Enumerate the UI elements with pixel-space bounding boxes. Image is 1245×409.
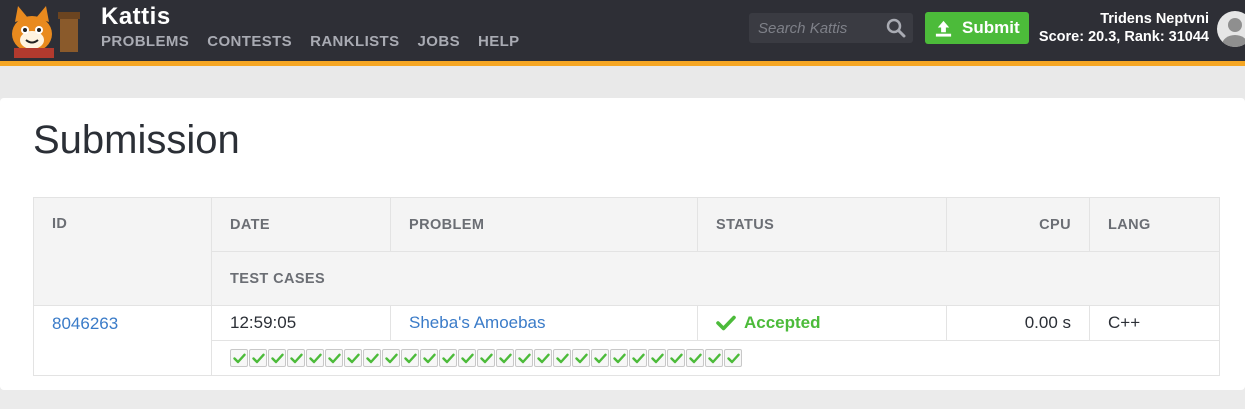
main-nav: PROBLEMS CONTESTS RANKLISTS JOBS HELP [101,33,520,50]
col-id: ID [33,197,212,306]
search-input[interactable] [749,13,888,43]
test-case-pass-icon[interactable] [667,349,685,367]
test-case-pass-icon[interactable] [705,349,723,367]
table-subheader-row: TEST CASES [34,251,1220,306]
lang-cell: C++ [1089,305,1220,341]
test-case-pass-icon[interactable] [306,349,324,367]
test-case-pass-icon[interactable] [382,349,400,367]
nav-contests[interactable]: CONTESTS [207,33,292,50]
problem-link[interactable]: Sheba's Amoebas [409,313,546,332]
nav-ranklists[interactable]: RANKLISTS [310,33,399,50]
test-case-pass-icon[interactable] [534,349,552,367]
test-cases-cell [211,340,1220,376]
test-case-pass-icon[interactable] [553,349,571,367]
test-case-pass-icon[interactable] [401,349,419,367]
problem-cell: Sheba's Amoebas [390,305,698,341]
nav-help[interactable]: HELP [478,33,520,50]
test-case-list [230,349,1201,367]
test-case-pass-icon[interactable] [458,349,476,367]
test-case-pass-icon[interactable] [496,349,514,367]
col-test-cases: TEST CASES [211,251,1220,306]
col-cpu: CPU [946,197,1090,252]
test-case-pass-icon[interactable] [686,349,704,367]
test-case-pass-icon[interactable] [325,349,343,367]
test-cases-row [34,340,1220,376]
date-cell: 12:59:05 [211,305,391,341]
table-header-row: ID DATE PROBLEM STATUS CPU LANG [33,197,1220,306]
test-case-pass-icon[interactable] [724,349,742,367]
nav-problems[interactable]: PROBLEMS [101,33,189,50]
test-case-pass-icon[interactable] [439,349,457,367]
test-case-pass-icon[interactable] [591,349,609,367]
test-case-pass-icon[interactable] [344,349,362,367]
test-case-pass-icon[interactable] [268,349,286,367]
background-band [0,66,1245,98]
status-cell: Accepted [697,305,947,341]
test-case-pass-icon[interactable] [420,349,438,367]
user-silhouette-icon [1222,18,1245,47]
submission-id-cell: 8046263 [33,305,212,376]
test-case-pass-icon[interactable] [230,349,248,367]
user-info[interactable]: Tridens Neptvni Score: 20.3, Rank: 31044 [1039,10,1209,46]
submit-button[interactable]: Submit [925,12,1029,44]
table-row: 8046263 12:59:05 Sheba's Amoebas Accepte… [33,305,1220,376]
submission-card: Submission ID DATE PROBLEM STATUS CPU LA… [0,98,1245,390]
status-text: Accepted [744,313,821,332]
user-stats: Score: 20.3, Rank: 31044 [1038,29,1209,45]
submit-label: Submit [962,18,1020,37]
col-lang: LANG [1089,197,1220,252]
test-case-pass-icon[interactable] [249,349,267,367]
avatar[interactable] [1217,11,1245,47]
submission-table: ID DATE PROBLEM STATUS CPU LANG TEST CAS… [33,197,1220,376]
test-case-pass-icon[interactable] [287,349,305,367]
kattis-cat-logo-icon[interactable] [6,4,84,58]
test-case-pass-icon[interactable] [610,349,628,367]
col-status: STATUS [697,197,947,252]
test-case-pass-icon[interactable] [629,349,647,367]
test-case-pass-icon[interactable] [572,349,590,367]
test-case-pass-icon[interactable] [363,349,381,367]
test-case-pass-icon[interactable] [648,349,666,367]
top-navbar: Kattis PROBLEMS CONTESTS RANKLISTS JOBS … [0,0,1245,66]
nav-jobs[interactable]: JOBS [418,33,460,50]
test-case-pass-icon[interactable] [515,349,533,367]
brand-name[interactable]: Kattis [101,3,171,31]
status-badge: Accepted [716,313,928,333]
submission-id-link[interactable]: 8046263 [52,314,118,333]
col-date: DATE [211,197,391,252]
test-case-pass-icon[interactable] [477,349,495,367]
cpu-cell: 0.00 s [946,305,1090,341]
col-problem: PROBLEM [390,197,698,252]
page-title: Submission [33,118,240,162]
search-box [749,13,913,43]
checkmark-icon [716,315,736,331]
user-name: Tridens Neptvni [1100,11,1209,27]
search-icon[interactable] [886,18,906,38]
upload-icon [935,20,952,37]
